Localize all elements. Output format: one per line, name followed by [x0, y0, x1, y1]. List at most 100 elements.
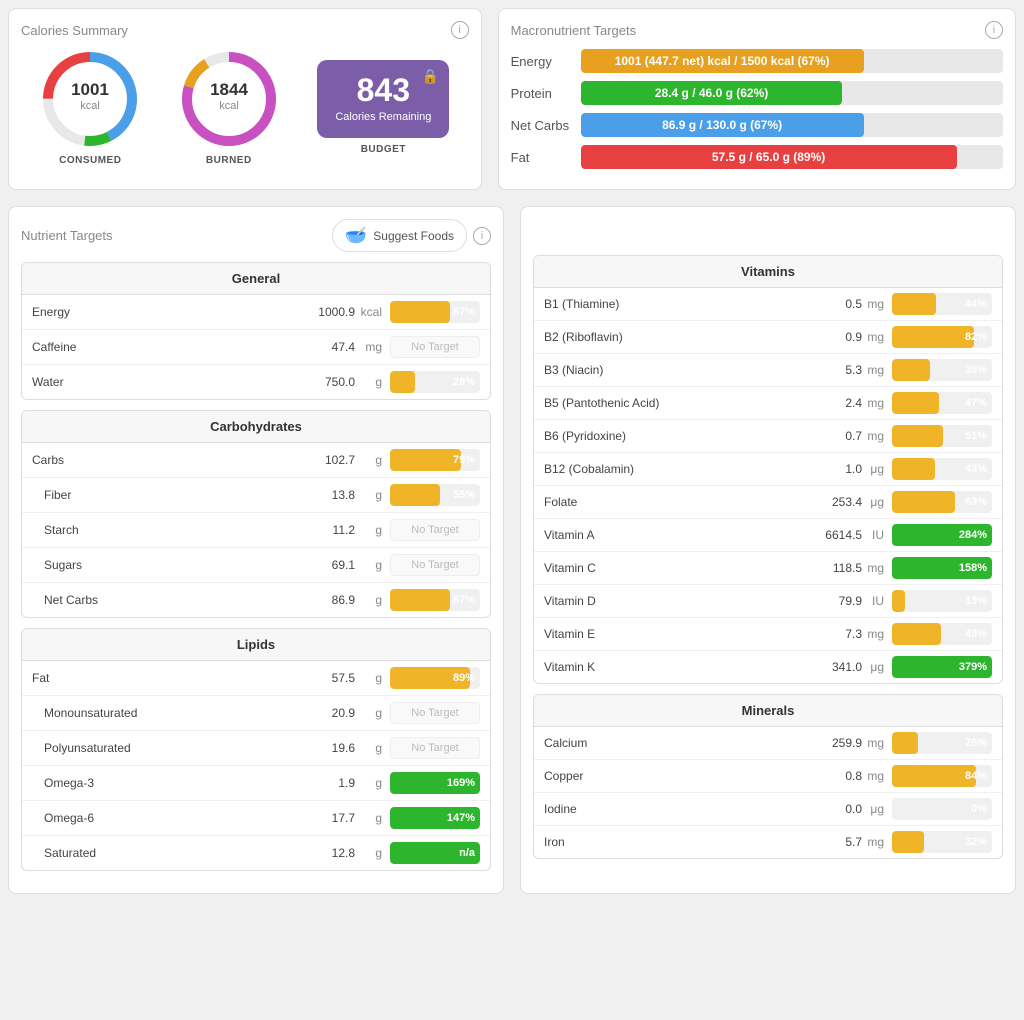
svg-text:1844: 1844 — [210, 80, 248, 99]
nutrient-value: 13.8 — [300, 488, 355, 502]
vm-row: B1 (Thiamine) 0.5 mg 44% — [534, 288, 1002, 321]
vm-bar-fill — [892, 623, 941, 645]
vm-name: Vitamin A — [544, 528, 812, 542]
nutrient-value: 57.5 — [300, 671, 355, 685]
vm-value: 79.9 — [812, 594, 862, 608]
nutrient-value: 69.1 — [300, 558, 355, 572]
vm-value: 5.3 — [812, 363, 862, 377]
nutrient-name: Fat — [32, 671, 300, 685]
vm-row: B2 (Riboflavin) 0.9 mg 82% — [534, 321, 1002, 354]
macro-name: Net Carbs — [511, 118, 581, 133]
nutrient-targets-panel: Nutrient Targets 🥣 Suggest Foods i Gener… — [8, 206, 504, 894]
vm-bar-wrapper: 26% — [892, 732, 992, 754]
svg-text:kcal: kcal — [219, 100, 239, 112]
vm-row: Vitamin E 7.3 mg 49% — [534, 618, 1002, 651]
nutrient-bar-bg: 28% — [390, 371, 480, 393]
vm-bar-fill — [892, 425, 943, 447]
macro-row: Fat 57.5 g / 65.0 g (89%) — [511, 145, 1003, 169]
vm-value: 5.7 — [812, 835, 862, 849]
vm-bar-bg: 284% — [892, 524, 992, 546]
vm-row: Calcium 259.9 mg 26% — [534, 727, 1002, 760]
nutrient-value: 750.0 — [300, 375, 355, 389]
macro-info-icon[interactable]: i — [985, 21, 1003, 39]
vm-name: B12 (Cobalamin) — [544, 462, 812, 476]
vm-row: Vitamin C 118.5 mg 158% — [534, 552, 1002, 585]
nutrient-unit: g — [357, 523, 382, 537]
vm-unit: IU — [864, 528, 884, 542]
vm-row: Vitamin A 6614.5 IU 284% — [534, 519, 1002, 552]
nutrient-bar-bg: 79% — [390, 449, 480, 471]
nutrient-row: Carbs 102.7 g 79% — [22, 443, 490, 478]
vm-unit: mg — [864, 363, 884, 377]
nutrient-row: Net Carbs 86.9 g 67% — [22, 583, 490, 617]
vm-bar-text: 63% — [965, 496, 987, 508]
nutrient-unit: g — [357, 593, 382, 607]
vitamins-minerals-panel: Vitamins B1 (Thiamine) 0.5 mg 44% B2 (Ri… — [520, 206, 1016, 894]
vm-unit: mg — [864, 429, 884, 443]
nutrient-bar-fill — [390, 484, 440, 506]
nutrient-bar-text: 67% — [453, 306, 475, 318]
nutrient-unit: g — [357, 706, 382, 720]
vm-bar-text: 13% — [965, 595, 987, 607]
no-target-label: No Target — [390, 554, 480, 576]
vm-bar-wrapper: 47% — [892, 392, 992, 414]
nutrient-bar-bg: 147% — [390, 807, 480, 829]
vm-row: Iron 5.7 mg 32% — [534, 826, 1002, 858]
macro-name: Energy — [511, 54, 581, 69]
vm-bar-wrapper: 63% — [892, 491, 992, 513]
nutrient-unit: g — [357, 488, 382, 502]
vm-bar-wrapper: 0% — [892, 798, 992, 820]
budget-value: 843 — [357, 74, 410, 106]
nutrient-name: Fiber — [44, 488, 300, 502]
nutrient-value: 102.7 — [300, 453, 355, 467]
burned-circle: 1844 kcal BURNED — [179, 49, 279, 166]
vm-unit: mg — [864, 297, 884, 311]
vm-value: 2.4 — [812, 396, 862, 410]
no-target-label: No Target — [390, 702, 480, 724]
nutrient-bar-wrapper: 169% — [390, 772, 480, 794]
vm-value: 6614.5 — [812, 528, 862, 542]
nutrient-value: 19.6 — [300, 741, 355, 755]
vm-bar-fill — [892, 765, 976, 787]
nutrient-unit: g — [357, 741, 382, 755]
nutrient-row: Omega-6 17.7 g 147% — [22, 801, 490, 836]
vm-value: 0.0 — [812, 802, 862, 816]
nutrient-name: Polyunsaturated — [44, 741, 300, 755]
vm-bar-fill — [892, 359, 930, 381]
lipids-table-table: Lipids Fat 57.5 g 89% Monounsaturated 20… — [21, 628, 491, 871]
suggest-foods-button[interactable]: 🥣 Suggest Foods — [332, 219, 467, 252]
macro-name: Fat — [511, 150, 581, 165]
vm-bar-text: 47% — [965, 397, 987, 409]
nutrient-info-icon[interactable]: i — [473, 227, 491, 245]
vm-bar-text: 43% — [965, 463, 987, 475]
nutrient-bar-text: 55% — [453, 489, 475, 501]
vm-row: Copper 0.8 mg 84% — [534, 760, 1002, 793]
nutrient-value: 17.7 — [300, 811, 355, 825]
calories-info-icon[interactable]: i — [451, 21, 469, 39]
vm-bar-bg: 84% — [892, 765, 992, 787]
macro-bar-container: 1001 (447.7 net) kcal / 1500 kcal (67%) — [581, 49, 1003, 73]
nutrient-name: Omega-6 — [44, 811, 300, 825]
nutrient-name: Saturated — [44, 846, 300, 860]
vm-bar-wrapper: 13% — [892, 590, 992, 612]
vm-bar-text: 284% — [959, 529, 987, 541]
vm-bar-text: 26% — [965, 737, 987, 749]
vm-bar-fill — [892, 293, 936, 315]
nutrient-name: Sugars — [44, 558, 300, 572]
budget-remaining-label: Calories Remaining — [335, 110, 431, 124]
vm-unit: μg — [864, 802, 884, 816]
nutrient-value: 86.9 — [300, 593, 355, 607]
vm-unit: mg — [864, 627, 884, 641]
nutrient-row: Omega-3 1.9 g 169% — [22, 766, 490, 801]
nutrient-value: 11.2 — [300, 523, 355, 537]
vm-bar-fill — [892, 458, 935, 480]
vm-bar-text: 38% — [965, 364, 987, 376]
vm-name: Vitamin K — [544, 660, 812, 674]
calories-summary-panel: Calories Summary i 1001 kcal CONSUMED — [8, 8, 482, 190]
nutrient-bar-wrapper: n/a — [390, 842, 480, 864]
nutrient-bar-text: 147% — [447, 812, 475, 824]
vm-bar-wrapper: 38% — [892, 359, 992, 381]
burned-label: BURNED — [206, 155, 252, 166]
vm-unit: mg — [864, 561, 884, 575]
lock-icon: 🔒 — [422, 68, 439, 85]
